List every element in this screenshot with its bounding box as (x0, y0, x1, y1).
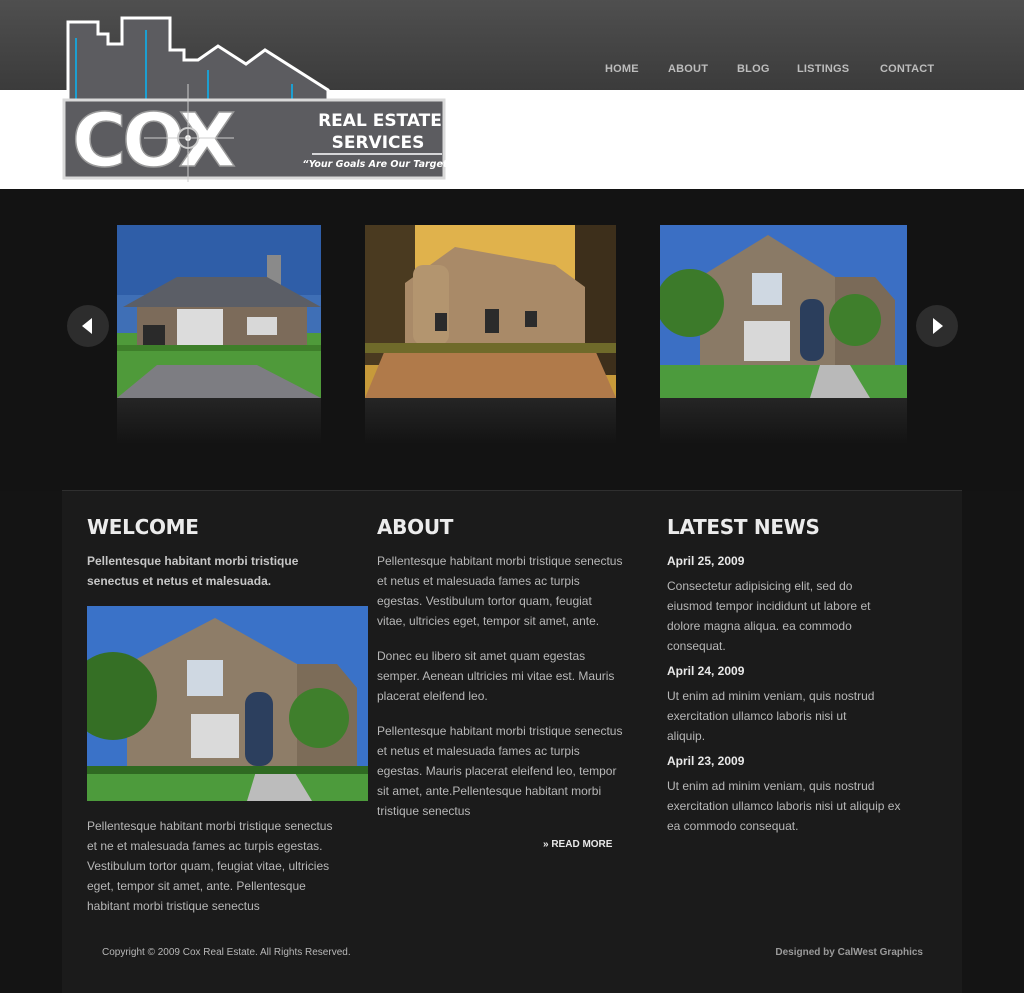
slide-reflection-2 (365, 398, 616, 444)
welcome-body: Pellentesque habitant morbi tristique se… (87, 819, 333, 913)
arrow-left-icon (82, 318, 92, 334)
slider-prev-button[interactable] (67, 305, 109, 347)
nav-listings[interactable]: LISTINGS (797, 63, 849, 75)
welcome-heading: WELCOME (87, 515, 199, 539)
logo-tagline: “Your Goals Are Our Target” (302, 159, 448, 170)
arrow-right-icon (933, 318, 943, 334)
news-text-2: Ut enim ad minim veniam, quis nostrud ex… (667, 689, 875, 743)
site-logo[interactable]: COX REAL ESTATE SERVICES “Your Goals Are… (60, 14, 448, 182)
slide-image-1[interactable] (117, 225, 321, 398)
news-heading: LATEST NEWS (667, 515, 820, 539)
about-paragraph-3: Pellentesque habitant morbi tristique se… (377, 724, 623, 818)
nav-contact[interactable]: CONTACT (880, 63, 934, 75)
news-date-2: April 24, 2009 (667, 664, 745, 678)
about-paragraph-2: Donec eu libero sit amet quam egestas se… (377, 649, 615, 703)
slider-next-button[interactable] (916, 305, 958, 347)
logo-subtitle-1: REAL ESTATE (318, 111, 442, 131)
logo-subtitle-2: SERVICES (332, 133, 425, 153)
nav-home[interactable]: HOME (605, 63, 639, 75)
nav-blog[interactable]: BLOG (737, 63, 770, 75)
news-text-1: Consectetur adipisicing elit, sed do eiu… (667, 579, 871, 653)
about-paragraph-1: Pellentesque habitant morbi tristique se… (377, 554, 623, 628)
news-text-3: Ut enim ad minim veniam, quis nostrud ex… (667, 779, 901, 833)
welcome-image (69, 606, 368, 805)
logo-wordmark: COX (72, 98, 235, 182)
news-date-3: April 23, 2009 (667, 754, 745, 768)
about-heading: ABOUT (377, 515, 454, 539)
slide-image-2[interactable] (365, 225, 616, 398)
slide-reflection-1 (117, 398, 321, 444)
slide-image-3[interactable] (660, 225, 907, 398)
footer-copyright: Copyright © 2009 Cox Real Estate. All Ri… (102, 947, 351, 958)
nav-about[interactable]: ABOUT (668, 63, 708, 75)
footer-credit: Designed by CalWest Graphics (775, 947, 923, 958)
slide-reflection-3 (660, 398, 907, 444)
read-more-link[interactable]: » READ MORE (543, 839, 612, 850)
welcome-lead: Pellentesque habitant morbi tristique se… (87, 554, 299, 588)
news-date-1: April 25, 2009 (667, 554, 745, 568)
